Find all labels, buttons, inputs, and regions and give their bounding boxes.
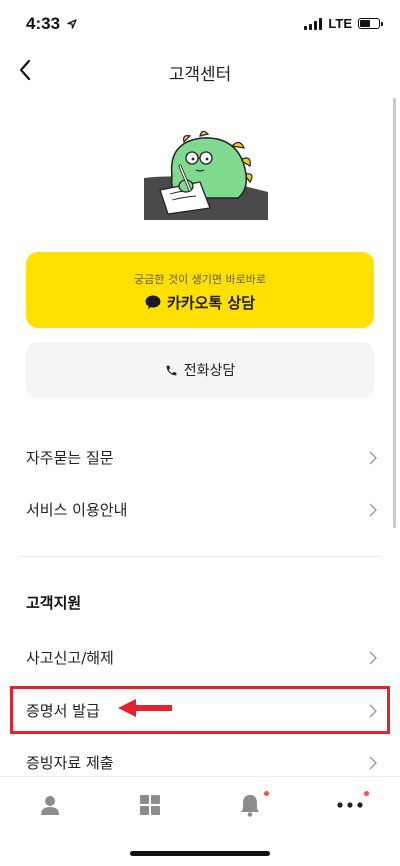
- battery-icon: [358, 18, 383, 29]
- notification-badge: [264, 791, 269, 796]
- signal-icon: [304, 17, 323, 30]
- grid-icon: [140, 795, 160, 815]
- phone-consult-button[interactable]: 전화상담: [26, 342, 374, 398]
- kakao-consult-row: 카카오톡 상담: [26, 292, 374, 313]
- home-indicator: [130, 851, 270, 856]
- support-item-label: 증빙자료 제출: [26, 753, 114, 772]
- menu-item-service-guide[interactable]: 서비스 이용안내: [0, 484, 400, 534]
- location-arrow-icon: [67, 19, 77, 29]
- bottom-tab-bar: [0, 776, 400, 837]
- chevron-right-icon: [369, 451, 377, 465]
- more-badge: [364, 791, 369, 796]
- kakao-consult-label: 카카오톡 상담: [166, 294, 256, 312]
- tab-more[interactable]: [300, 777, 400, 833]
- phone-consult-label: 전화상담: [183, 363, 236, 379]
- tab-profile[interactable]: [0, 777, 100, 833]
- chevron-right-icon: [369, 756, 377, 770]
- status-indicators: LTE: [304, 16, 383, 31]
- kakao-consult-button[interactable]: 궁금한 것이 생기면 바로바로 카카오톡 상담: [26, 252, 374, 328]
- speech-bubble-icon: [145, 295, 161, 309]
- section-divider: [18, 556, 382, 557]
- page-title: 고객센터: [168, 65, 232, 85]
- more-icon: [337, 802, 363, 808]
- mascot-illustration: [142, 130, 268, 220]
- menu-item-label: 서비스 이용안내: [26, 500, 128, 519]
- chevron-right-icon: [369, 651, 377, 665]
- support-item-accident-report[interactable]: 사고신고/해제: [0, 632, 400, 682]
- kakao-consult-subtitle: 궁금한 것이 생기면 바로바로: [134, 273, 266, 286]
- menu-item-label: 자주묻는 질문: [26, 448, 114, 467]
- red-arrow-icon: [118, 699, 172, 717]
- menu-item-faq[interactable]: 자주묻는 질문: [0, 432, 400, 482]
- network-label: LTE: [328, 16, 352, 31]
- tab-notifications[interactable]: [200, 777, 300, 833]
- support-item-label: 사고신고/해제: [26, 648, 114, 667]
- bell-icon: [241, 795, 259, 817]
- person-icon: [41, 796, 59, 815]
- support-section-title: 고객지원: [26, 594, 82, 612]
- highlight-box: [10, 686, 390, 734]
- status-time-text: 4:33: [26, 14, 61, 33]
- phone-icon: [166, 365, 177, 375]
- chevron-right-icon: [369, 503, 377, 517]
- tab-menu-grid[interactable]: [100, 777, 200, 833]
- status-time: 4:33: [26, 14, 77, 34]
